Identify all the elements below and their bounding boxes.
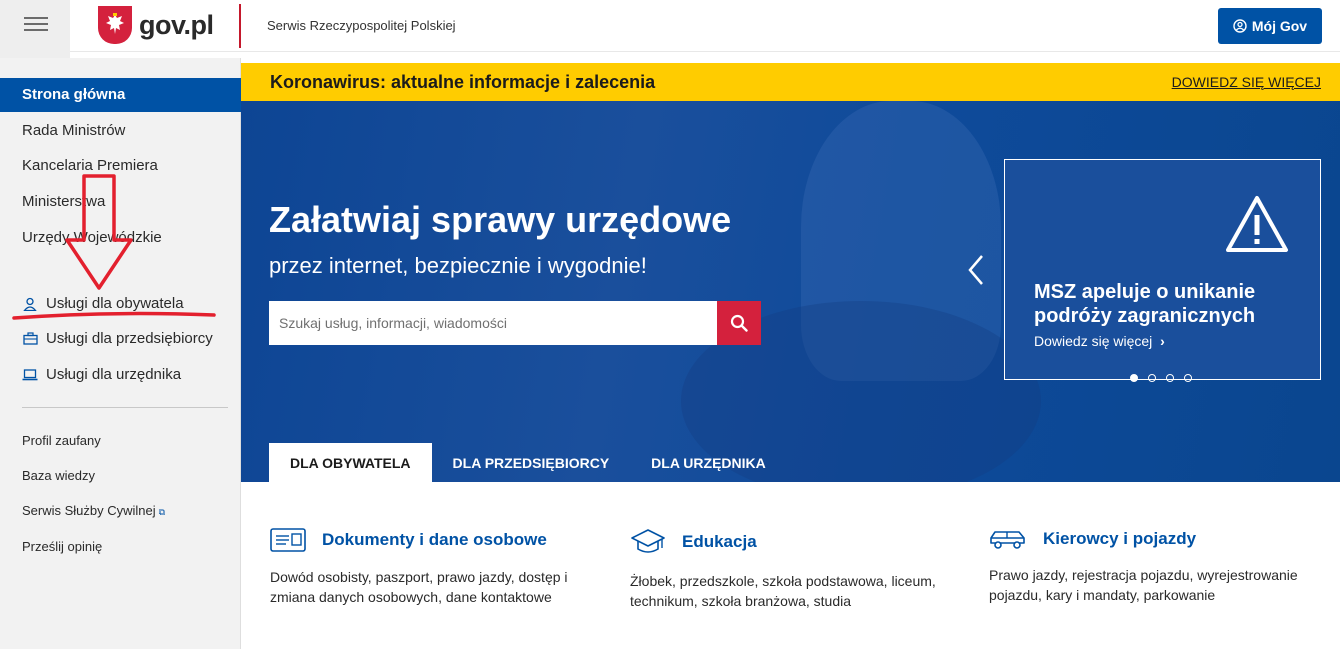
- hamburger-menu-icon[interactable]: [24, 17, 48, 33]
- sidebar-item-uslugi-obywatela[interactable]: Usługi dla obywatela: [22, 295, 184, 312]
- carousel-link-label: Dowiedz się więcej: [1034, 333, 1153, 349]
- eagle-emblem-icon: [98, 6, 132, 44]
- sidebar-item-uslugi-urzednika[interactable]: Usługi dla urzędnika: [22, 366, 181, 383]
- warning-icon: [1226, 196, 1288, 252]
- id-card-icon: [270, 528, 306, 552]
- category-description: Dowód osobisty, paszport, prawo jazdy, d…: [270, 569, 568, 605]
- category-kierowcy: Kierowcy i pojazdy Prawo jazdy, rejestra…: [989, 528, 1319, 605]
- sidebar-divider: [22, 407, 228, 408]
- category-title: Edukacja: [682, 532, 757, 551]
- sidebar-item-rada-ministrow[interactable]: Rada Ministrów: [0, 114, 241, 148]
- carousel-card-title: MSZ apeluje o unikanie podróży zagranicz…: [1034, 281, 1256, 327]
- moj-gov-button[interactable]: Mój Gov: [1218, 8, 1322, 44]
- sidebar-item-label: Usługi dla urzędnika: [46, 366, 182, 383]
- graduation-cap-icon: [631, 529, 665, 553]
- search-icon: [730, 314, 748, 332]
- hero-title: Załatwiaj sprawy urzędowe: [269, 199, 732, 240]
- category-dokumenty: Dokumenty i dane osobowe Dowód osobisty,…: [270, 528, 600, 607]
- sidebar-item-strona-glowna[interactable]: Strona główna: [0, 78, 241, 112]
- category-title: Dokumenty i dane osobowe: [322, 530, 547, 549]
- category-header[interactable]: Kierowcy i pojazdy: [989, 528, 1319, 550]
- sidebar-item-urzedy-wojewodzkie[interactable]: Urzędy Wojewódzkie: [0, 221, 241, 255]
- sidebar-item-serwis-sluzby-cywilnej[interactable]: Serwis Służby Cywilnej ⧉: [22, 503, 165, 518]
- sidebar-item-kancelaria-premiera[interactable]: Kancelaria Premiera: [0, 149, 241, 183]
- sidebar-item-uslugi-przedsiebiorcy[interactable]: Usługi dla przedsiębiorcy: [22, 330, 213, 347]
- category-edukacja: Edukacja Żłobek, przedszkole, szkoła pod…: [630, 528, 960, 611]
- carousel-card-link[interactable]: Dowiedz się więcej ›: [1034, 333, 1165, 349]
- menu-area: [0, 0, 70, 58]
- covid-banner-title: Koronawirus: aktualne informacje i zalec…: [270, 72, 656, 92]
- carousel-dots: [1130, 374, 1192, 382]
- carousel-dot[interactable]: [1130, 374, 1138, 382]
- carousel-dot[interactable]: [1166, 374, 1174, 382]
- sidebar-item-baza-wiedzy[interactable]: Baza wiedzy: [22, 468, 95, 483]
- logo-divider: [239, 4, 241, 48]
- gov-logo[interactable]: gov.pl: [98, 6, 214, 44]
- carousel-prev-arrow-icon[interactable]: [966, 252, 986, 288]
- search-input[interactable]: [269, 301, 717, 345]
- covid-banner: Koronawirus: aktualne informacje i zalec…: [241, 63, 1340, 101]
- category-description: Żłobek, przedszkole, szkoła podstawowa, …: [630, 573, 936, 609]
- user-circle-icon: [1233, 19, 1247, 33]
- briefcase-icon: [22, 332, 38, 346]
- carousel-dot[interactable]: [1184, 374, 1192, 382]
- tab-dla-obywatela[interactable]: DLA OBYWATELA: [269, 443, 432, 482]
- sidebar: Strona główna Rada Ministrów Kancelaria …: [0, 58, 241, 649]
- sidebar-item-ministerstwa[interactable]: Ministerstwa: [0, 185, 241, 219]
- category-header[interactable]: Dokumenty i dane osobowe: [270, 528, 600, 552]
- sidebar-item-label: Usługi dla obywatela: [46, 295, 184, 312]
- sidebar-item-profil-zaufany[interactable]: Profil zaufany: [22, 433, 101, 448]
- hero-subtitle: przez internet, bezpiecznie i wygodnie!: [269, 253, 647, 278]
- chevron-right-icon: ›: [1160, 333, 1165, 349]
- top-header: gov.pl Serwis Rzeczypospolitej Polskiej …: [0, 0, 1340, 58]
- category-header[interactable]: Edukacja: [630, 528, 960, 556]
- sidebar-item-label: Serwis Służby Cywilnej: [22, 503, 156, 518]
- search-button[interactable]: [717, 301, 761, 345]
- car-icon: [990, 531, 1025, 549]
- moj-gov-label: Mój Gov: [1251, 18, 1308, 34]
- sidebar-item-label: Usługi dla przedsiębiorcy: [46, 330, 213, 347]
- carousel-card[interactable]: MSZ apeluje o unikanie podróży zagranicz…: [1004, 159, 1321, 380]
- service-name: Serwis Rzeczypospolitej Polskiej: [267, 18, 456, 33]
- covid-banner-link[interactable]: DOWIEDZ SIĘ WIĘCEJ: [1172, 74, 1321, 90]
- category-title: Kierowcy i pojazdy: [1043, 529, 1197, 548]
- laptop-icon: [22, 368, 38, 382]
- sidebar-item-przeslij-opinie[interactable]: Prześlij opinię: [22, 539, 102, 554]
- audience-tabs: DLA OBYWATELA DLA PRZEDSIĘBIORCY DLA URZ…: [269, 443, 787, 482]
- tab-dla-przedsiebiorcy[interactable]: DLA PRZEDSIĘBIORCY: [432, 443, 631, 482]
- tab-dla-urzednika[interactable]: DLA URZĘDNIKA: [630, 443, 787, 482]
- carousel-dot[interactable]: [1148, 374, 1156, 382]
- logo-text: gov.pl: [139, 9, 214, 40]
- person-icon: [22, 297, 38, 311]
- category-description: Prawo jazdy, rejestracja pojazdu, wyreje…: [989, 567, 1298, 603]
- external-link-icon: ⧉: [158, 507, 166, 517]
